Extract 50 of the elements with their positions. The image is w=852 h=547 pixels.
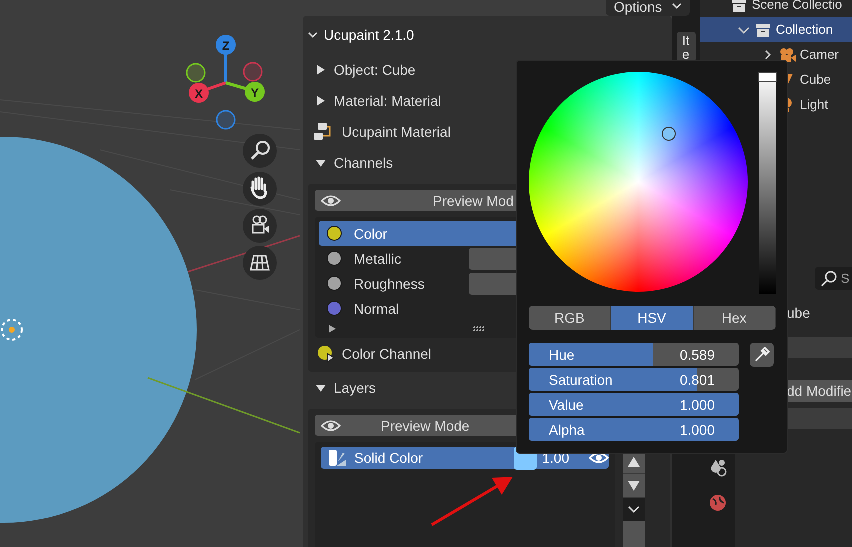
options-dropdown[interactable]: Options	[606, 0, 690, 16]
mode-tab[interactable]: RGB	[529, 306, 612, 330]
triangle-icon	[316, 382, 326, 392]
chevron-icon	[738, 24, 750, 34]
3d-cursor-icon	[1, 319, 23, 341]
slider[interactable]: Value 1.000	[529, 393, 739, 416]
chevron-icon	[672, 3, 682, 10]
zoom-icon[interactable]	[243, 134, 277, 168]
object-name: ube	[787, 305, 812, 321]
resize-grip-icon[interactable]	[473, 326, 485, 332]
solid-color-layer-icon	[327, 449, 347, 467]
camera-icon	[778, 46, 796, 62]
chevron-icon	[628, 506, 640, 514]
collapsed-section[interactable]: Object: Cube	[308, 54, 670, 85]
eyedropper-button[interactable]	[750, 343, 774, 367]
menu-chevron-button[interactable]	[623, 497, 645, 521]
wheel-cursor[interactable]	[662, 127, 676, 142]
material-label: Ucupaint Material	[342, 124, 451, 140]
slider[interactable]: Hue 0.589	[529, 343, 739, 366]
color-channel-icon	[316, 344, 336, 364]
triangle-icon	[316, 158, 326, 168]
outliner-item[interactable]: Collection	[700, 17, 852, 42]
outliner-item[interactable]: Camer	[700, 42, 852, 67]
mode-tab[interactable]: HSV	[611, 306, 694, 330]
sidebar-tab[interactable]: Ite	[676, 32, 696, 62]
camera-icon[interactable]	[243, 209, 277, 243]
active-channel-label: Color Channel	[342, 346, 432, 362]
eye-icon	[321, 194, 341, 208]
search-field[interactable]: S	[815, 267, 852, 290]
collection-icon	[754, 22, 772, 38]
node-tree-icon	[312, 120, 334, 142]
triangle-icon[interactable]	[329, 325, 336, 333]
up-triangle-icon	[628, 456, 640, 466]
slider[interactable]: Alpha 1.000	[529, 418, 739, 441]
slider-handle[interactable]	[758, 72, 778, 82]
value-slider[interactable]	[759, 72, 776, 294]
search-icon	[821, 270, 837, 286]
down-triangle-icon	[628, 480, 640, 490]
eye-icon[interactable]	[589, 451, 610, 465]
panel-header[interactable]: Ucupaint 2.1.0	[308, 16, 670, 54]
axis-gizmo: Z X Y	[186, 35, 265, 130]
collapsed-section[interactable]: Material: Material	[308, 85, 670, 116]
channels-section-header[interactable]: Channels	[308, 147, 670, 178]
chevron-icon	[308, 31, 318, 39]
grid-icon[interactable]	[243, 246, 277, 280]
hand-icon[interactable]	[243, 172, 277, 206]
eye-icon	[321, 418, 341, 432]
mode-tab[interactable]: Hex	[694, 306, 776, 330]
triangle-icon	[316, 96, 326, 106]
triangle-icon	[316, 64, 326, 74]
